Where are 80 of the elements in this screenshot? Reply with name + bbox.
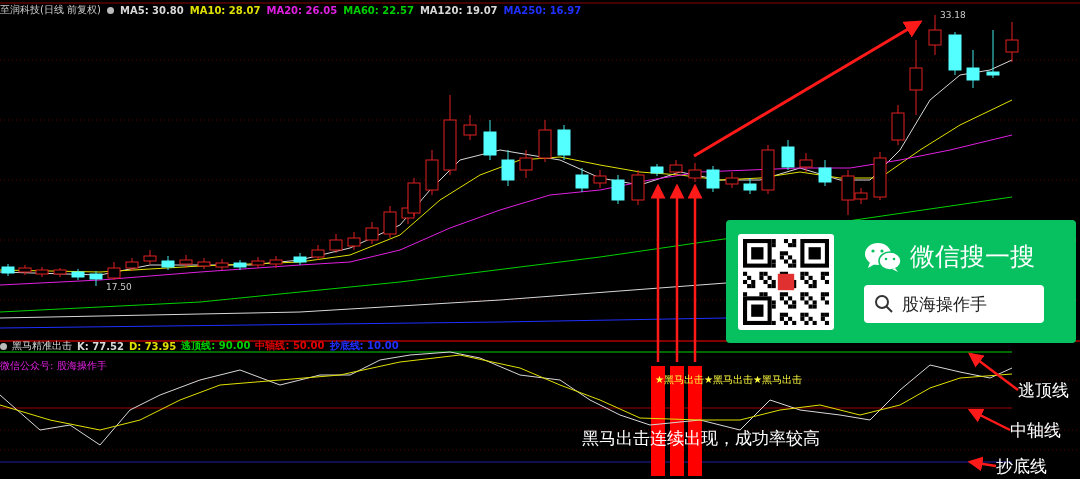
candlestick [161, 255, 175, 271]
signal-label: ★黑马出击 [703, 373, 753, 387]
search-icon [874, 294, 894, 314]
candlestick [215, 258, 229, 271]
line-label: 逃顶线 [1018, 379, 1069, 402]
circle-icon [0, 342, 7, 350]
candlestick [557, 124, 571, 161]
circle-icon [107, 6, 114, 14]
candlestick [197, 257, 211, 270]
indicator-value: K: 77.52 [77, 340, 124, 352]
candlestick [688, 162, 702, 183]
ma-legend-value: MA250: 16.97 [503, 4, 582, 16]
candlestick [383, 205, 397, 239]
chat-bubbles-icon [864, 240, 902, 273]
signal-label: ★黑马出击 [752, 373, 802, 387]
candlestick [463, 114, 477, 141]
candlestick [143, 249, 157, 265]
candlestick [873, 151, 887, 201]
candlestick [743, 177, 757, 195]
candlestick [293, 252, 307, 266]
indicator-value: D: 73.95 [128, 340, 177, 352]
ma-legend-value: MA60: 22.57 [343, 4, 414, 16]
indicator-name: 黑马精准出击 [12, 339, 72, 353]
candlestick [1, 263, 15, 277]
candlestick [329, 233, 343, 254]
candlestick [611, 174, 625, 205]
candlestick [425, 149, 439, 196]
promo-title: 微信搜一搜 [910, 241, 1035, 273]
indicator-value: 中轴线: 50.00 [255, 339, 325, 353]
candlestick [269, 255, 283, 269]
ma-legend-value: MA10: 28.07 [189, 4, 261, 16]
arrow [968, 352, 1019, 391]
candlestick [818, 159, 832, 187]
candlestick [251, 256, 265, 269]
candlestick [650, 163, 664, 177]
candlestick [35, 266, 49, 278]
candlestick [575, 167, 589, 193]
candlestick [71, 268, 85, 281]
indicator-value: 抄底线: 10.00 [329, 339, 399, 353]
ma-legend-value: MA120: 19.07 [419, 4, 498, 16]
candlestick [761, 144, 775, 195]
stock-title: 至润科技(日线 前复权) [0, 3, 101, 17]
candlestick [631, 169, 645, 206]
candlestick [966, 49, 980, 89]
candlestick [891, 104, 905, 146]
arrow [967, 408, 1011, 432]
candlestick [669, 159, 683, 177]
candlestick [725, 171, 739, 189]
candlestick [18, 264, 32, 276]
candlestick [519, 149, 533, 179]
candlestick [593, 169, 607, 189]
indicator-note: 微信公众号: 股海操作手 [0, 359, 107, 373]
candlestick [311, 244, 325, 261]
low-price-label: 17.50 [106, 282, 132, 292]
candlestick [53, 267, 67, 278]
candlestick [483, 119, 497, 161]
ma-legend-value: MA5: 30.80 [120, 4, 184, 16]
line-label: 抄底线 [996, 455, 1047, 478]
candlestick [125, 257, 139, 272]
candlestick [928, 14, 942, 56]
ma-legend-value: MA20: 26.05 [266, 4, 338, 16]
candlestick [347, 231, 361, 251]
candlestick [706, 165, 720, 193]
candlestick [179, 254, 193, 269]
candlestick [501, 149, 515, 187]
high-price-label: 33.18 [940, 10, 966, 20]
candlestick [89, 270, 103, 287]
line-label: 中轴线 [1010, 419, 1061, 442]
candlestick [538, 119, 552, 163]
arrow [967, 456, 997, 472]
search-field[interactable]: 股海操作手 [864, 285, 1044, 323]
candlestick [986, 29, 1000, 79]
candlestick [365, 221, 379, 245]
candlestick [1005, 21, 1019, 63]
candlestick [107, 261, 121, 281]
candlestick [799, 152, 813, 173]
candlestick [948, 31, 962, 76]
candlestick [233, 259, 247, 271]
candlestick [781, 139, 795, 171]
indicator-value: 逃顶线: 90.00 [181, 339, 251, 353]
